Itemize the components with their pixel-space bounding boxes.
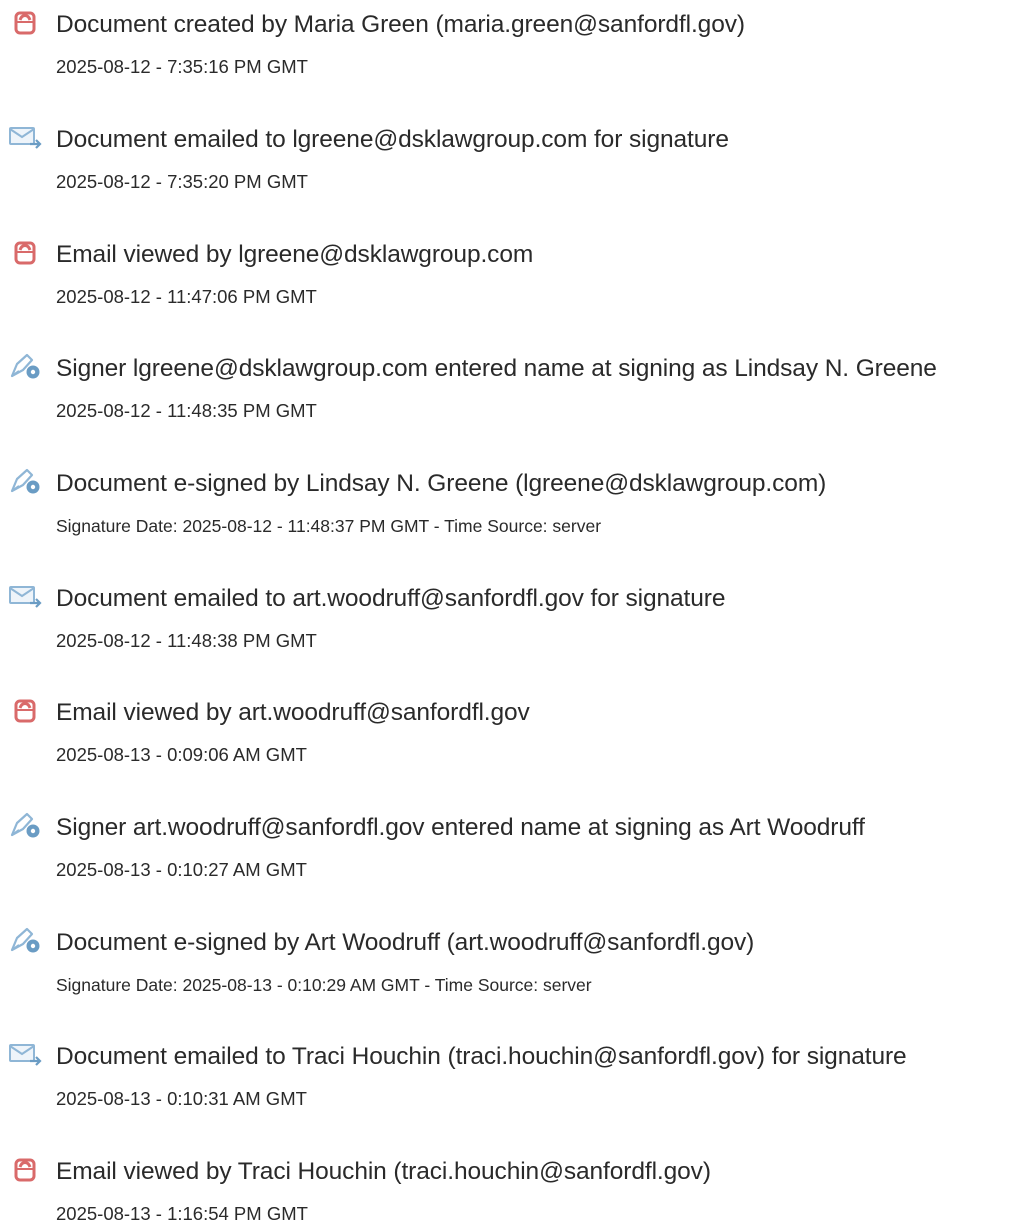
event-row: Document emailed to art.woodruff@sanford…	[0, 574, 1021, 654]
event-title: Document e-signed by Art Woodruff (art.w…	[56, 929, 755, 956]
event-timestamp: 2025-08-12 - 11:48:38 PM GMT	[56, 630, 317, 651]
signature-pen-icon	[8, 811, 42, 839]
event-timestamp: 2025-08-13 - 0:10:27 AM GMT	[56, 859, 307, 880]
event-row: Document e-signed by Lindsay N. Greene (…	[0, 459, 1021, 539]
event-timestamp: 2025-08-12 - 7:35:20 PM GMT	[56, 171, 308, 192]
event-title: Document emailed to art.woodruff@sanford…	[56, 585, 726, 612]
event-title: Signer lgreene@dsklawgroup.com entered n…	[56, 355, 937, 382]
event-title: Email viewed by Traci Houchin (traci.hou…	[56, 1158, 711, 1185]
event-title: Signer art.woodruff@sanfordfl.gov entere…	[56, 814, 865, 841]
event-title: Email viewed by art.woodruff@sanfordfl.g…	[56, 699, 530, 726]
event-row: Document emailed to lgreene@dsklawgroup.…	[0, 115, 1021, 195]
document-icon	[8, 1155, 42, 1183]
document-icon	[8, 696, 42, 724]
event-title: Document emailed to lgreene@dsklawgroup.…	[56, 126, 729, 153]
document-icon	[8, 238, 42, 266]
event-timestamp: 2025-08-12 - 11:47:06 PM GMT	[56, 286, 317, 307]
email-sent-icon	[8, 1040, 42, 1068]
document-icon	[8, 8, 42, 36]
event-row: Signer art.woodruff@sanfordfl.gov entere…	[0, 803, 1021, 883]
event-row: Email viewed by lgreene@dsklawgroup.com …	[0, 230, 1021, 310]
event-row: Signer lgreene@dsklawgroup.com entered n…	[0, 344, 1021, 424]
event-row: Document created by Maria Green (maria.g…	[0, 0, 1021, 80]
event-signature-date: Signature Date: 2025-08-12 - 11:48:37 PM…	[56, 516, 602, 536]
event-timestamp: 2025-08-12 - 7:35:16 PM GMT	[56, 56, 308, 77]
event-row: Email viewed by art.woodruff@sanfordfl.g…	[0, 688, 1021, 768]
event-title: Document created by Maria Green (maria.g…	[56, 11, 745, 38]
email-sent-icon	[8, 123, 42, 151]
event-title: Document e-signed by Lindsay N. Greene (…	[56, 470, 827, 497]
event-signature-date: Signature Date: 2025-08-13 - 0:10:29 AM …	[56, 975, 592, 995]
event-timestamp: 2025-08-13 - 0:09:06 AM GMT	[56, 744, 307, 765]
event-timestamp: 2025-08-12 - 11:48:35 PM GMT	[56, 400, 317, 421]
event-row: Document emailed to Traci Houchin (traci…	[0, 1032, 1021, 1112]
event-timestamp: 2025-08-13 - 0:10:31 AM GMT	[56, 1088, 307, 1109]
signature-pen-icon	[8, 467, 42, 495]
event-title: Email viewed by lgreene@dsklawgroup.com	[56, 241, 534, 268]
signature-pen-icon	[8, 926, 42, 954]
event-timestamp: 2025-08-13 - 1:16:54 PM GMT	[56, 1203, 308, 1224]
event-row: Email viewed by Traci Houchin (traci.hou…	[0, 1147, 1021, 1227]
audit-history-page: { "colors": { "pdf_icon": "#d96a6a", "em…	[0, 0, 1021, 1224]
signature-pen-icon	[8, 352, 42, 380]
email-sent-icon	[8, 582, 42, 610]
event-title: Document emailed to Traci Houchin (traci…	[56, 1043, 907, 1070]
event-row: Document e-signed by Art Woodruff (art.w…	[0, 918, 1021, 998]
